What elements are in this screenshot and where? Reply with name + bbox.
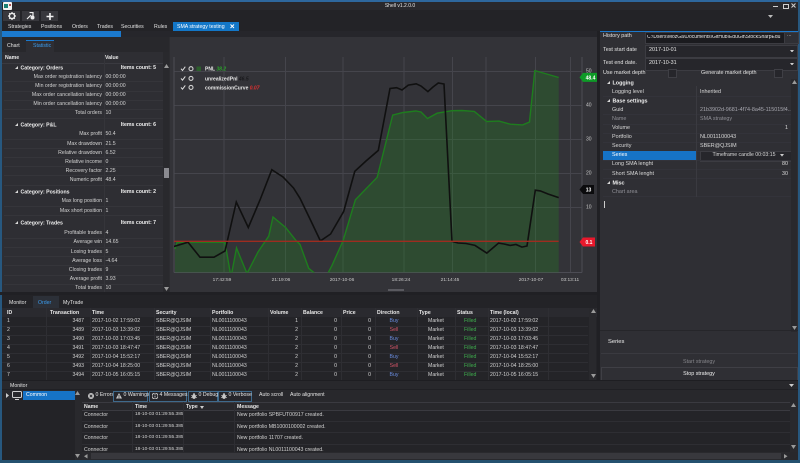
svg-text:40: 40 <box>586 103 592 109</box>
svg-text:2017-10-07: 2017-10-07 <box>519 277 544 283</box>
svg-text:21:14:45: 21:14:45 <box>441 277 460 283</box>
svg-text:unrealizedPnl 46.5: unrealizedPnl 46.5 <box>205 76 249 82</box>
svg-text:48.4: 48.4 <box>586 75 596 81</box>
svg-text:03:13:11: 03:13:11 <box>561 277 580 283</box>
svg-text:13: 13 <box>586 188 592 194</box>
svg-text:18:26:24: 18:26:24 <box>392 277 411 283</box>
svg-text:30: 30 <box>586 137 592 143</box>
svg-text:10: 10 <box>586 205 592 211</box>
svg-text:commissionCurve 0.07: commissionCurve 0.07 <box>205 85 260 91</box>
svg-text:20: 20 <box>586 171 592 177</box>
svg-text:2017-10-06: 2017-10-06 <box>330 277 355 283</box>
svg-text:17:42:59: 17:42:59 <box>213 277 232 283</box>
svg-text:21:19:06: 21:19:06 <box>272 277 291 283</box>
svg-text:PNL 38.2: PNL 38.2 <box>205 67 226 73</box>
svg-text:0.1: 0.1 <box>586 240 593 246</box>
